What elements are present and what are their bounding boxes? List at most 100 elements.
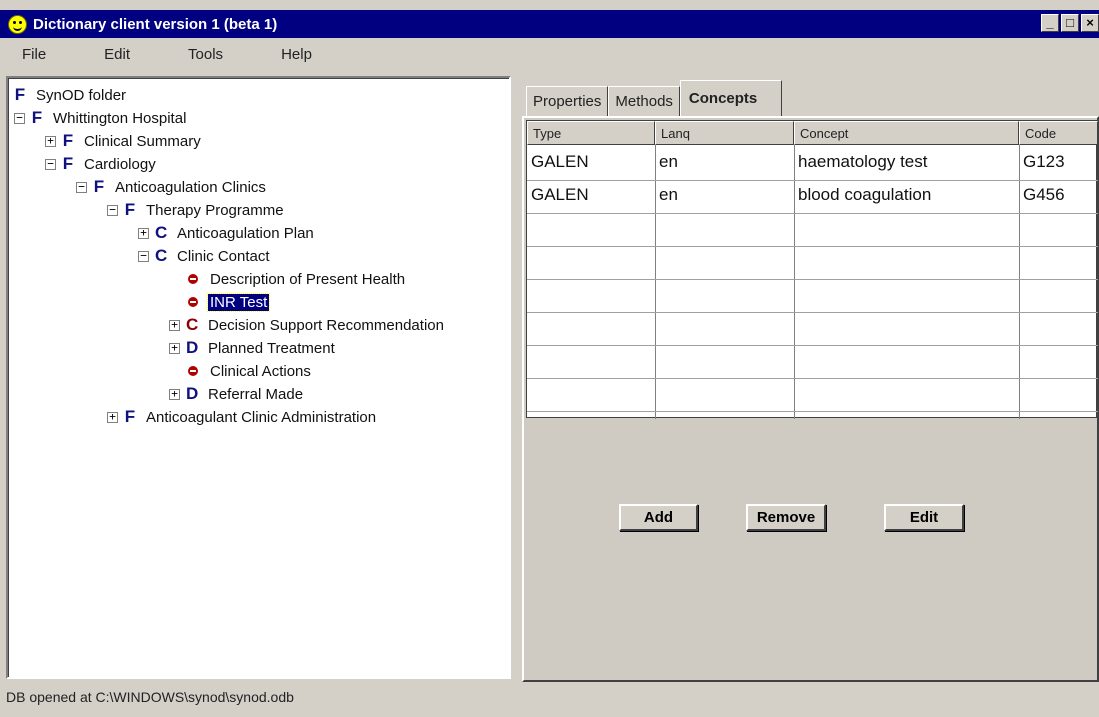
folder-icon: F bbox=[124, 200, 136, 219]
tab-strip: Properties Methods Concepts bbox=[526, 80, 783, 116]
tree-node[interactable]: + C Decision Support Recommendation bbox=[169, 314, 446, 336]
menu-file[interactable]: File bbox=[12, 46, 56, 63]
element-icon bbox=[188, 297, 198, 307]
cell-type[interactable]: GALEN bbox=[527, 182, 589, 207]
menu-help[interactable]: Help bbox=[271, 46, 322, 63]
tree-node[interactable]: − F Anticoagulation Clinics bbox=[76, 176, 268, 198]
cell-code[interactable]: G456 bbox=[1019, 182, 1065, 207]
folder-icon: F bbox=[62, 154, 74, 173]
expand-icon[interactable]: + bbox=[45, 135, 56, 147]
collapse-icon[interactable]: − bbox=[107, 204, 118, 216]
expand-icon[interactable]: + bbox=[169, 319, 180, 331]
class-icon: C bbox=[155, 246, 168, 265]
tree-node[interactable]: + C Anticoagulation Plan bbox=[138, 222, 316, 244]
folder-icon: F bbox=[93, 177, 105, 196]
row-divider bbox=[527, 345, 1098, 346]
element-icon bbox=[188, 274, 198, 284]
expand-icon[interactable]: + bbox=[169, 342, 180, 354]
tree-node-label: Clinic Contact bbox=[177, 247, 270, 265]
dictionary-icon: D bbox=[186, 384, 199, 403]
detail-panel: Properties Methods Concepts Type Lanq Co… bbox=[518, 76, 1099, 686]
menu-tools[interactable]: Tools bbox=[178, 46, 233, 63]
tree-node[interactable]: Description of Present Health bbox=[186, 268, 407, 290]
tree-node-label: Decision Support Recommendation bbox=[208, 316, 444, 334]
expand-icon[interactable]: + bbox=[107, 411, 118, 423]
row-divider bbox=[527, 246, 1098, 247]
expand-icon[interactable]: + bbox=[138, 227, 149, 239]
column-header-lang[interactable]: Lanq bbox=[655, 121, 794, 145]
row-divider bbox=[527, 180, 1098, 181]
column-header-code[interactable]: Code bbox=[1019, 121, 1098, 145]
window-controls: _ □ × bbox=[1041, 14, 1099, 32]
window-title: Dictionary client version 1 (beta 1) bbox=[33, 15, 278, 33]
tree-node-label: Whittington Hospital bbox=[53, 109, 187, 127]
tree-node-label: SynOD folder bbox=[36, 86, 127, 104]
cell-type[interactable]: GALEN bbox=[527, 149, 589, 174]
cell-lang[interactable]: en bbox=[655, 149, 678, 174]
tree-node-label: Anticoagulation Clinics bbox=[115, 178, 266, 196]
cell-code[interactable]: G123 bbox=[1019, 149, 1065, 174]
app-smiley-icon bbox=[8, 14, 27, 34]
tab-concepts[interactable]: Concepts bbox=[679, 80, 783, 116]
class-icon: C bbox=[155, 223, 168, 242]
maximize-button[interactable]: □ bbox=[1061, 14, 1079, 32]
concepts-table[interactable]: Type Lanq Concept Code GALEN en haematolog… bbox=[526, 120, 1098, 419]
row-divider bbox=[527, 279, 1098, 280]
tree-node-label: Planned Treatment bbox=[208, 339, 335, 357]
collapse-icon[interactable]: − bbox=[14, 112, 25, 124]
minimize-button[interactable]: _ bbox=[1041, 14, 1059, 32]
edit-button[interactable]: Edit bbox=[884, 504, 964, 531]
tree-node[interactable]: + F Anticoagulant Clinic Administration bbox=[107, 406, 378, 428]
dictionary-icon: D bbox=[186, 338, 199, 357]
tree-node[interactable]: + D Referral Made bbox=[169, 383, 305, 405]
tree-node-label: Therapy Programme bbox=[146, 201, 284, 219]
tree-node-label: Clinical Summary bbox=[84, 132, 201, 150]
table-header: Type Lanq Concept Code bbox=[527, 121, 1098, 145]
row-divider bbox=[527, 213, 1098, 214]
collapse-icon[interactable]: − bbox=[138, 250, 149, 262]
collapse-icon[interactable]: − bbox=[45, 158, 56, 170]
add-button[interactable]: Add bbox=[619, 504, 698, 531]
expand-icon[interactable]: + bbox=[169, 388, 180, 400]
tree-node-label: Anticoagulant Clinic Administration bbox=[146, 408, 377, 426]
tree-node[interactable]: − F Therapy Programme bbox=[107, 199, 286, 221]
column-header-type[interactable]: Type bbox=[527, 121, 655, 145]
title-bar: Dictionary client version 1 (beta 1) _ □… bbox=[0, 10, 1099, 38]
class-icon: C bbox=[186, 315, 199, 334]
folder-icon: F bbox=[31, 108, 43, 127]
folder-icon: F bbox=[124, 407, 136, 426]
tree-node[interactable]: Clinical Actions bbox=[186, 360, 313, 382]
menu-edit[interactable]: Edit bbox=[94, 46, 140, 63]
folder-icon: F bbox=[14, 85, 26, 104]
tree-node[interactable]: − F Whittington Hospital bbox=[14, 107, 188, 129]
tree-node-label: Anticoagulation Plan bbox=[177, 224, 314, 242]
collapse-icon[interactable]: − bbox=[76, 181, 87, 193]
tree-node[interactable]: INR Test bbox=[186, 291, 271, 313]
row-divider bbox=[527, 378, 1098, 379]
tree-node[interactable]: + F Clinical Summary bbox=[45, 130, 203, 152]
tree-node-label: Clinical Actions bbox=[210, 362, 311, 380]
element-icon bbox=[188, 366, 198, 376]
folder-tree[interactable]: F SynOD folder − F Whittington Hospital + F Cli… bbox=[6, 76, 511, 679]
folder-icon: F bbox=[62, 131, 74, 150]
cell-concept[interactable]: haematology test bbox=[794, 149, 927, 174]
cell-lang[interactable]: en bbox=[655, 182, 678, 207]
menu-bar: File Edit Tools Help bbox=[0, 41, 1099, 67]
tree-node[interactable]: + D Planned Treatment bbox=[169, 337, 337, 359]
tree-node-label: INR Test bbox=[206, 292, 271, 312]
tree-node-label: Referral Made bbox=[208, 385, 304, 403]
tree-node[interactable]: − C Clinic Contact bbox=[138, 245, 272, 267]
concepts-tab-body: Type Lanq Concept Code GALEN en haematolog… bbox=[522, 116, 1099, 682]
column-header-concept[interactable]: Concept bbox=[794, 121, 1019, 145]
tree-node-label: Cardiology bbox=[84, 155, 156, 173]
row-divider bbox=[527, 312, 1098, 313]
tree-node[interactable]: − F Cardiology bbox=[45, 153, 158, 175]
tree-node[interactable]: F SynOD folder bbox=[14, 84, 128, 106]
remove-button[interactable]: Remove bbox=[746, 504, 826, 531]
cell-concept[interactable]: blood coagulation bbox=[794, 182, 931, 207]
tab-methods[interactable]: Methods bbox=[608, 86, 680, 116]
row-divider bbox=[527, 411, 1098, 412]
status-bar: DB opened at C:\WINDOWS\synod\synod.odb bbox=[6, 689, 294, 705]
tab-properties[interactable]: Properties bbox=[526, 86, 609, 116]
close-button[interactable]: × bbox=[1081, 14, 1099, 32]
